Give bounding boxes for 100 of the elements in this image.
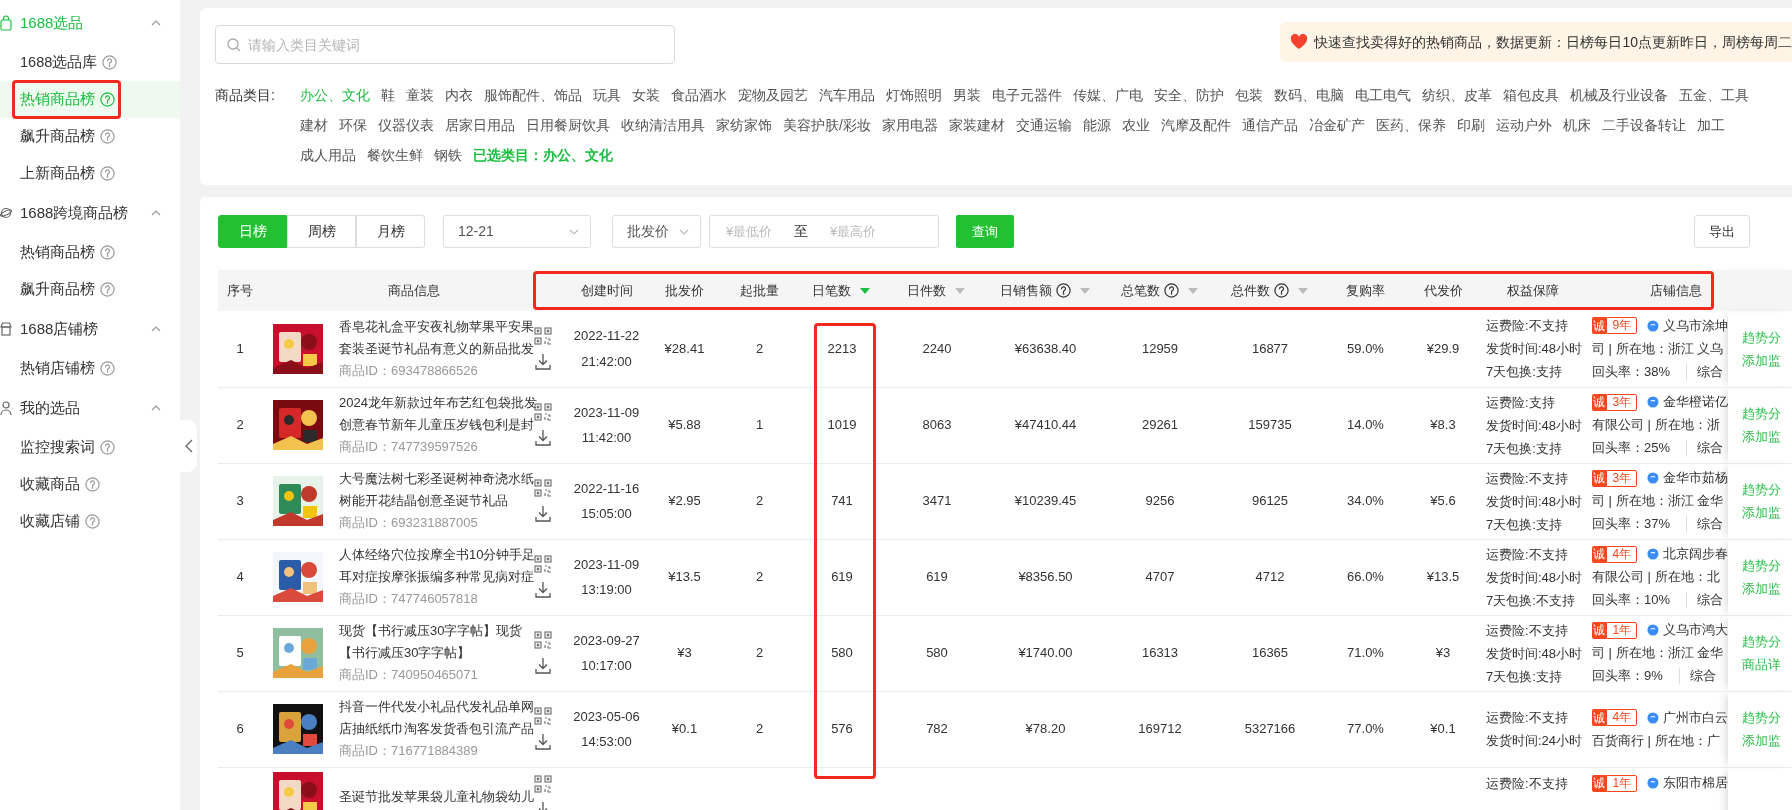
category-link[interactable]: 玩具: [593, 84, 621, 106]
product-title[interactable]: 创意春节新年儿童压岁钱包利是封: [339, 414, 534, 436]
store-name[interactable]: 义乌市鸿大: [1663, 620, 1728, 640]
category-link[interactable]: 建材: [300, 114, 328, 136]
category-link[interactable]: 环保: [339, 114, 367, 136]
sidebar-group-header[interactable]: 我的选品: [0, 387, 180, 429]
sidebar-group-header[interactable]: 1688跨境商品榜: [0, 192, 180, 234]
store-name[interactable]: 东阳市棉居: [1663, 773, 1728, 793]
sort-arrow-icon[interactable]: [953, 286, 967, 295]
product-title[interactable]: 【书行减压30字字帖】: [339, 642, 534, 664]
qr-code-icon[interactable]: [534, 479, 552, 497]
sidebar-item[interactable]: 1688选品库: [0, 44, 180, 81]
category-link[interactable]: 汽车用品: [819, 84, 875, 106]
product-title[interactable]: 树能开花结晶创意圣诞节礼品: [339, 490, 534, 512]
category-link[interactable]: 餐饮生鲜: [367, 144, 423, 166]
category-link[interactable]: 日用餐厨饮具: [526, 114, 610, 136]
store-name[interactable]: 义乌市涂坤: [1663, 316, 1728, 336]
product-title[interactable]: 套装圣诞节礼品有意义的新品批发: [339, 337, 534, 360]
sidebar-item[interactable]: 收藏商品: [0, 466, 180, 503]
search-field[interactable]: 请输入类目关键词: [215, 25, 675, 64]
category-link[interactable]: 成人用品: [300, 144, 356, 166]
column-header[interactable]: 店铺信息: [1650, 280, 1702, 301]
product-title[interactable]: 耳对症按摩张振编多种常见病对症: [339, 566, 534, 588]
sort-arrow-icon[interactable]: [1295, 286, 1310, 295]
category-link[interactable]: 机械及行业设备: [1570, 84, 1668, 106]
product-title[interactable]: 店抽纸纸巾淘客发货香包引流产品: [339, 718, 534, 740]
sidebar-item[interactable]: 热销商品榜: [0, 234, 180, 271]
sidebar-item[interactable]: 热销店铺榜: [0, 350, 180, 387]
category-link[interactable]: 交通运输: [1015, 114, 1072, 136]
category-link[interactable]: 能源: [1082, 114, 1111, 136]
export-button[interactable]: 导出: [1694, 215, 1750, 248]
category-link[interactable]: 纺织、皮革: [1422, 84, 1492, 106]
qr-code-icon[interactable]: [534, 774, 552, 793]
qr-code-icon[interactable]: [534, 555, 552, 573]
download-icon[interactable]: [534, 505, 552, 523]
chat-icon[interactable]: [1647, 623, 1659, 637]
sidebar-item[interactable]: 飙升商品榜: [0, 271, 180, 308]
product-title[interactable]: 抖音一件代发小礼品代发礼品单网: [339, 696, 534, 718]
sort-arrow-icon[interactable]: [1185, 286, 1200, 295]
category-link[interactable]: 收纳清洁用具: [621, 114, 705, 136]
store-name[interactable]: 广州市白云: [1663, 707, 1728, 728]
category-link[interactable]: 童装: [406, 84, 434, 106]
category-link[interactable]: 包装: [1235, 84, 1263, 106]
category-link[interactable]: 二手设备转让: [1601, 114, 1686, 136]
product-title[interactable]: 圣诞节批发苹果袋儿童礼物袋幼儿: [339, 785, 534, 808]
sidebar-item[interactable]: 收藏店铺: [0, 503, 180, 540]
category-link[interactable]: 灯饰照明: [886, 84, 942, 106]
sidebar-item[interactable]: 监控搜索词: [0, 429, 180, 466]
download-icon[interactable]: [534, 429, 552, 447]
category-link[interactable]: 服饰配件、饰品: [484, 84, 582, 106]
category-link[interactable]: 家用电器: [881, 114, 938, 136]
category-link[interactable]: 医药、保养: [1375, 114, 1446, 136]
period-tab[interactable]: 周榜: [287, 215, 356, 248]
chat-icon[interactable]: [1647, 471, 1659, 485]
qr-code-icon[interactable]: [534, 707, 552, 725]
category-link[interactable]: 加工: [1696, 114, 1725, 136]
product-title[interactable]: 现货【书行减压30字字帖】现货: [339, 620, 534, 642]
store-name[interactable]: 北京阔步春: [1663, 544, 1728, 564]
category-link[interactable]: 男装: [953, 84, 981, 106]
sort-arrow-icon[interactable]: [1077, 286, 1092, 295]
category-link[interactable]: 家纺家饰: [716, 114, 772, 136]
category-link[interactable]: 机床: [1562, 114, 1591, 136]
category-link[interactable]: 美容护肤/彩妆: [783, 114, 871, 136]
column-header[interactable]: 日件数: [907, 280, 946, 301]
category-link[interactable]: 农业: [1121, 114, 1150, 136]
category-link[interactable]: 汽摩及配件: [1160, 114, 1231, 136]
sidebar-item[interactable]: 上新商品榜: [0, 155, 180, 192]
sidebar-group-header[interactable]: 1688店铺榜: [0, 308, 180, 350]
category-link[interactable]: 数码、电脑: [1274, 84, 1344, 106]
column-header[interactable]: 总笔数: [1120, 280, 1160, 301]
chat-icon[interactable]: [1647, 318, 1659, 333]
category-link[interactable]: 五金、工具: [1679, 84, 1749, 106]
category-link[interactable]: 钢铁: [434, 144, 462, 166]
store-name[interactable]: 金华市茹杨: [1663, 468, 1728, 488]
download-icon[interactable]: [534, 657, 552, 675]
category-link[interactable]: 内衣: [445, 84, 473, 106]
store-name[interactable]: 金华橙诺亿: [1663, 392, 1728, 412]
category-link[interactable]: 鞋: [381, 84, 395, 106]
date-select[interactable]: 12-21: [443, 215, 591, 248]
category-link[interactable]: 居家日用品: [445, 114, 515, 136]
collapse-handle[interactable]: [180, 420, 197, 472]
category-link[interactable]: 电工电气: [1355, 84, 1411, 106]
product-title[interactable]: 香皂花礼盒平安夜礼物苹果平安果: [339, 315, 534, 338]
sidebar-item[interactable]: 飙升商品榜: [0, 118, 180, 155]
download-icon[interactable]: [534, 352, 552, 371]
category-link[interactable]: 家装建材: [948, 114, 1005, 136]
price-type-select[interactable]: 批发价: [612, 215, 701, 248]
chat-icon[interactable]: [1647, 395, 1659, 409]
qr-code-icon[interactable]: [534, 326, 552, 345]
sort-arrow-icon[interactable]: [858, 286, 872, 295]
category-link[interactable]: 冶金矿产: [1308, 114, 1365, 136]
category-link[interactable]: 女装: [632, 84, 660, 106]
category-link[interactable]: 安全、防护: [1154, 84, 1224, 106]
category-link[interactable]: 传媒、广电: [1073, 84, 1143, 106]
column-header[interactable]: 总件数: [1230, 280, 1270, 301]
period-tab[interactable]: 月榜: [356, 215, 425, 248]
chat-icon[interactable]: [1647, 547, 1659, 561]
chat-icon[interactable]: [1647, 710, 1659, 725]
category-link[interactable]: 仪器仪表: [378, 114, 434, 136]
download-icon[interactable]: [534, 581, 552, 599]
